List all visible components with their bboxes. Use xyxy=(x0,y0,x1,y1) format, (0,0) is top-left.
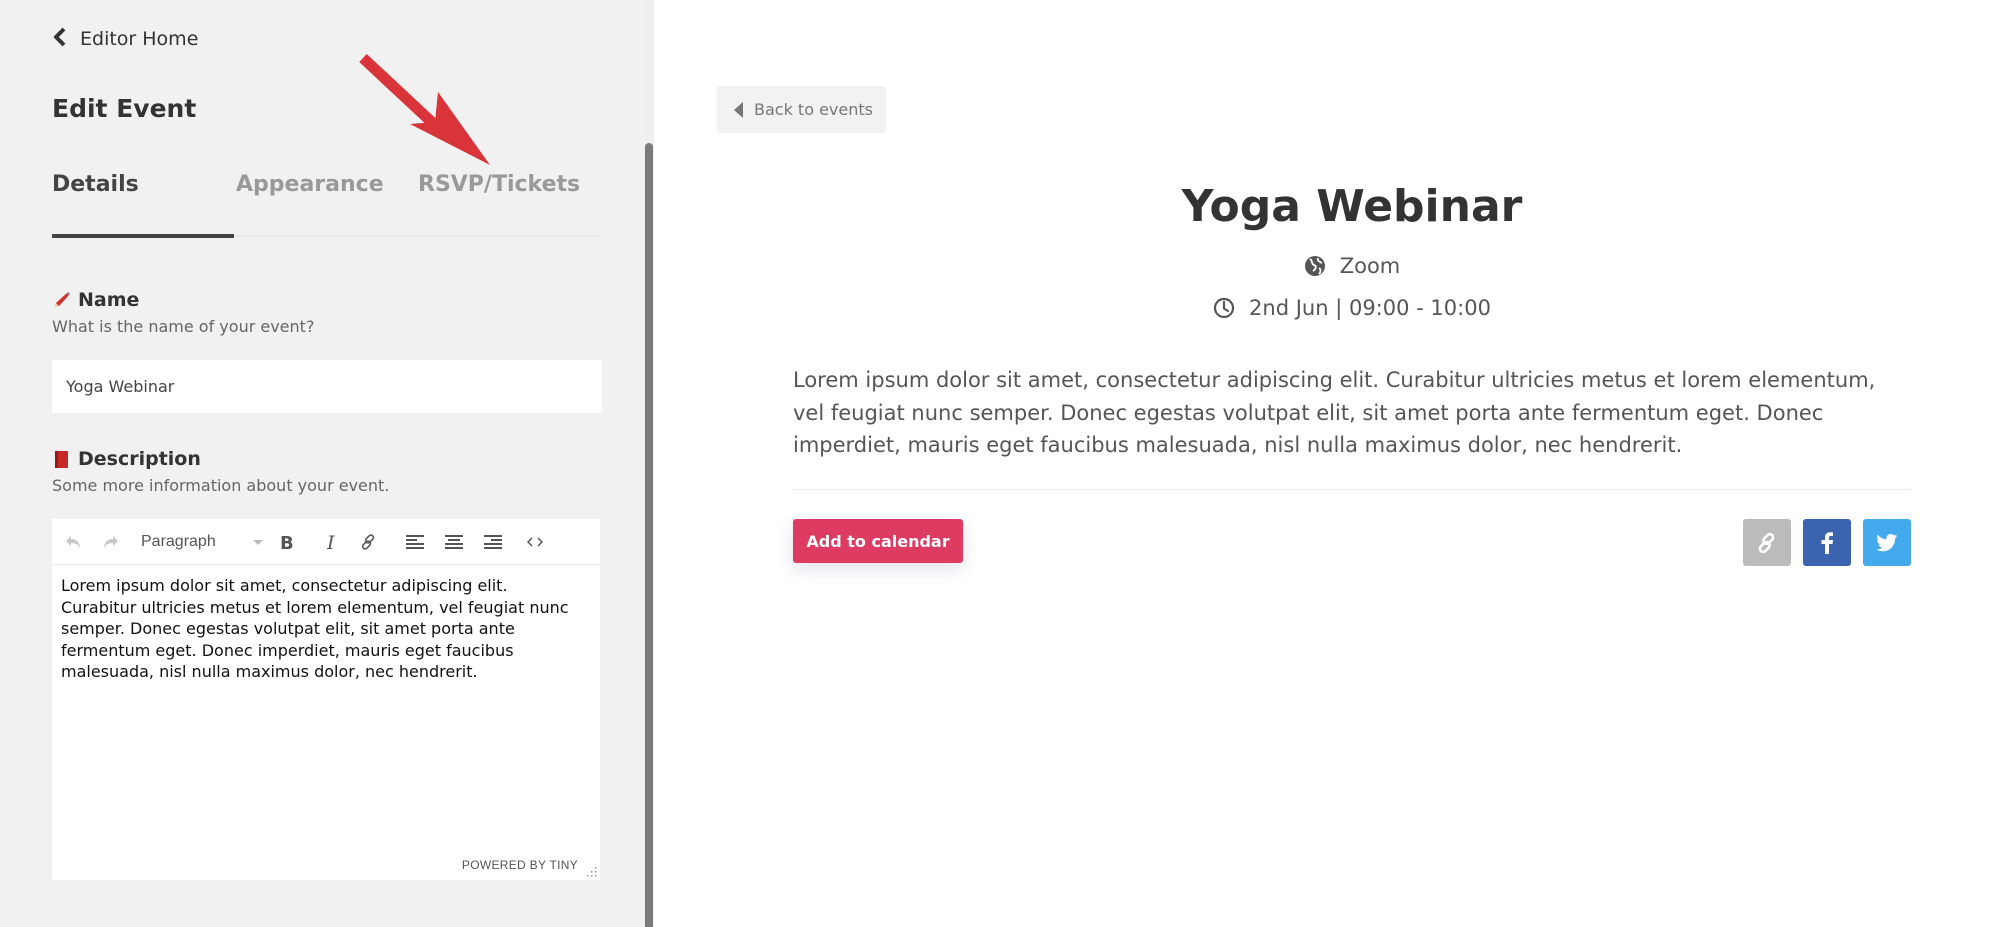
pencil-icon xyxy=(52,290,72,310)
twitter-share-button[interactable] xyxy=(1863,519,1911,566)
scrollbar-thumb[interactable] xyxy=(645,143,653,927)
resize-handle-icon[interactable] xyxy=(586,866,598,878)
chevron-down-icon xyxy=(253,539,263,545)
link-icon xyxy=(1758,532,1775,553)
align-center-button[interactable] xyxy=(444,530,464,554)
align-center-icon xyxy=(445,535,463,549)
editor-panel: Editor Home Edit Event Details Appearanc… xyxy=(0,0,654,927)
bold-icon: B xyxy=(280,533,294,551)
source-code-button[interactable] xyxy=(525,530,545,554)
active-tab-indicator xyxy=(52,234,234,238)
panel-title: Edit Event xyxy=(52,94,197,123)
italic-button[interactable]: I xyxy=(324,530,344,554)
align-left-icon xyxy=(406,535,424,549)
editor-home-label: Editor Home xyxy=(80,28,199,50)
copy-link-button[interactable] xyxy=(1743,519,1791,566)
event-location: Zoom xyxy=(793,254,1911,278)
back-to-events-label: Back to events xyxy=(754,100,873,119)
event-description: Lorem ipsum dolor sit amet, consectetur … xyxy=(793,368,1876,457)
caret-left-icon xyxy=(734,101,743,118)
code-icon xyxy=(527,537,543,547)
event-datetime: 2nd Jun | 09:00 - 10:00 xyxy=(793,296,1911,320)
facebook-share-button[interactable] xyxy=(1803,519,1851,566)
svg-text:I: I xyxy=(327,533,335,551)
annotation-arrow xyxy=(359,53,490,165)
link-icon xyxy=(361,534,375,550)
block-format-value: Paragraph xyxy=(141,533,216,550)
undo-icon xyxy=(66,536,80,548)
tab-appearance[interactable]: Appearance xyxy=(236,172,384,197)
event-title: Yoga Webinar xyxy=(1181,181,1523,232)
bold-button[interactable]: B xyxy=(277,530,297,554)
book-icon xyxy=(52,449,72,469)
globe-icon xyxy=(1304,256,1325,276)
facebook-icon xyxy=(1821,531,1833,554)
tab-details[interactable]: Details xyxy=(52,172,139,197)
align-right-button[interactable] xyxy=(483,530,503,554)
italic-icon: I xyxy=(327,533,335,551)
align-left-button[interactable] xyxy=(405,530,425,554)
name-label: Name xyxy=(52,289,139,311)
block-format-select[interactable]: Paragraph xyxy=(141,530,267,554)
tab-rsvp-tickets[interactable]: RSVP/Tickets xyxy=(418,172,580,197)
back-to-events-button[interactable]: Back to events xyxy=(717,86,886,133)
editor-toolbar: Paragraph B I xyxy=(52,519,600,565)
tab-bar: Details Appearance RSVP/Tickets xyxy=(52,168,600,238)
link-button[interactable] xyxy=(358,530,378,554)
redo-button[interactable] xyxy=(100,530,120,554)
editor-home-link[interactable]: Editor Home xyxy=(52,27,198,51)
chevron-left-icon xyxy=(52,27,68,51)
powered-by-tiny[interactable]: POWERED BY TINY xyxy=(462,858,578,872)
editor-content[interactable]: Lorem ipsum dolor sit amet, consectetur … xyxy=(61,575,580,683)
redo-icon xyxy=(104,536,118,548)
align-right-icon xyxy=(484,535,502,549)
add-to-calendar-button[interactable]: Add to calendar xyxy=(793,519,963,563)
clock-icon xyxy=(1213,297,1235,319)
undo-button[interactable] xyxy=(64,530,84,554)
description-hint: Some more information about your event. xyxy=(52,476,390,495)
rich-text-editor: Paragraph B I Lorem ipsum dolor sit amet… xyxy=(52,519,600,880)
event-name-input[interactable] xyxy=(52,360,602,413)
name-hint: What is the name of your event? xyxy=(52,317,315,336)
description-label: Description xyxy=(52,448,201,470)
divider xyxy=(793,489,1911,490)
twitter-icon xyxy=(1876,533,1898,551)
svg-text:B: B xyxy=(280,533,294,551)
